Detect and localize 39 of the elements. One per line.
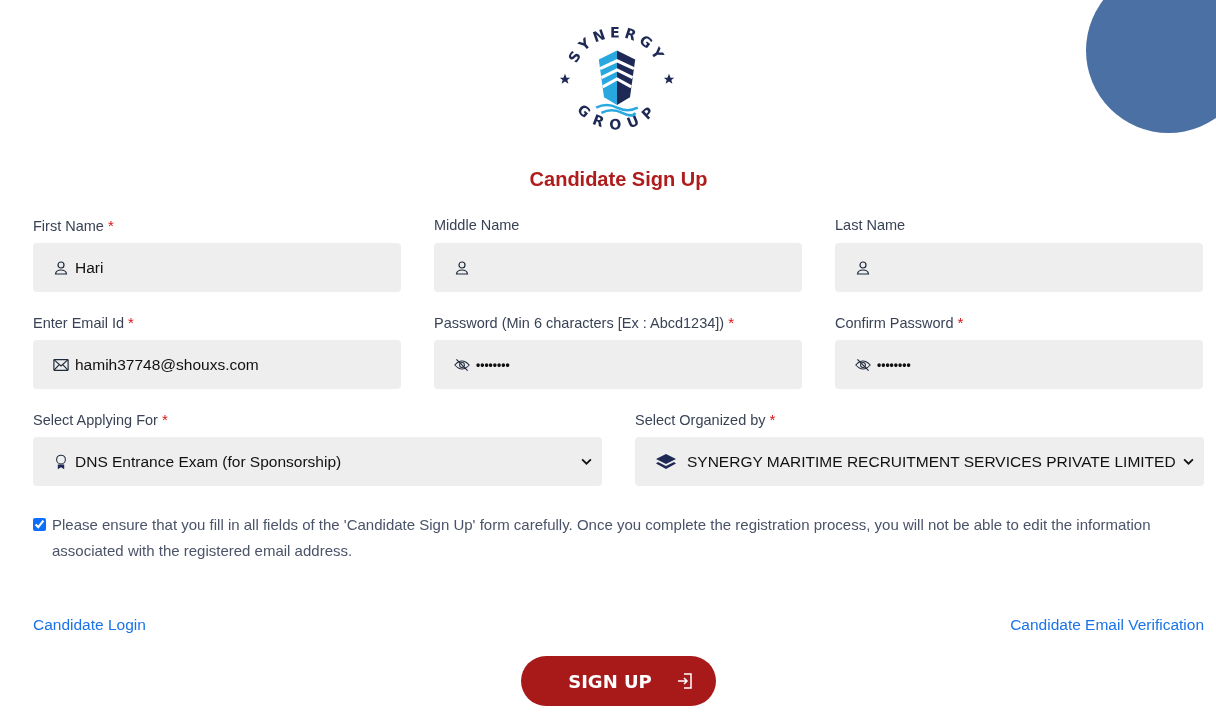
agreement-text: Please ensure that you fill in all fields of the 'Candidate Sign Up' form carefully. Once you complete the registration process, you will not be able to edit the information associated with the registered email address.	[52, 515, 1152, 561]
layers-icon	[655, 452, 677, 471]
eye-slash-icon	[454, 356, 470, 373]
field-label: First Name	[33, 218, 104, 234]
chevron-down-icon	[581, 458, 592, 465]
select-field[interactable]: SYNERGY MARITIME RECRUITMENT SERVICES PRIVATE LIMITED	[635, 437, 1204, 486]
chevron-down-icon	[1183, 458, 1194, 465]
input-field[interactable]	[835, 243, 1203, 292]
login-icon	[675, 672, 694, 690]
select-field[interactable]: DNS Entrance Exam (for Sponsorship)	[33, 437, 602, 486]
required-mark: *	[957, 314, 964, 331]
input-field[interactable]: ••••••••	[434, 340, 802, 389]
required-mark: *	[769, 411, 776, 428]
person-icon	[53, 259, 69, 276]
input-field[interactable]: ••••••••	[835, 340, 1203, 389]
input-field[interactable]: Hari	[33, 243, 401, 292]
required-mark: *	[128, 314, 134, 331]
field-label: Last Name	[835, 217, 906, 233]
field-label: Confirm Password	[835, 315, 954, 331]
form-title: Candidate Sign Up	[528, 168, 709, 191]
field-label: Password (Min 6 characters [Ex : Abcd1234])	[434, 315, 725, 331]
field-label: Enter Email Id	[33, 315, 125, 331]
text-link[interactable]: Candidate Login	[33, 616, 146, 634]
field-label: Select Applying For	[33, 412, 158, 428]
input-field[interactable]: hamih37748@shouxs.com	[33, 340, 401, 389]
envelope-icon	[53, 356, 69, 373]
required-mark: *	[161, 411, 168, 428]
eye-slash-icon	[855, 356, 871, 373]
sign-up-button[interactable]: SIGN UP	[521, 656, 716, 706]
person-icon	[855, 259, 871, 276]
text-link[interactable]: Candidate Email Verification	[1010, 616, 1204, 634]
field-label: Middle Name	[434, 217, 520, 233]
required-mark: *	[107, 217, 114, 234]
required-mark: *	[728, 314, 734, 331]
field-label: Select Organized by	[635, 412, 766, 428]
person-icon	[454, 259, 470, 276]
input-field[interactable]	[434, 243, 802, 292]
award-icon	[53, 453, 69, 470]
agreement-checkbox[interactable]	[33, 518, 46, 531]
